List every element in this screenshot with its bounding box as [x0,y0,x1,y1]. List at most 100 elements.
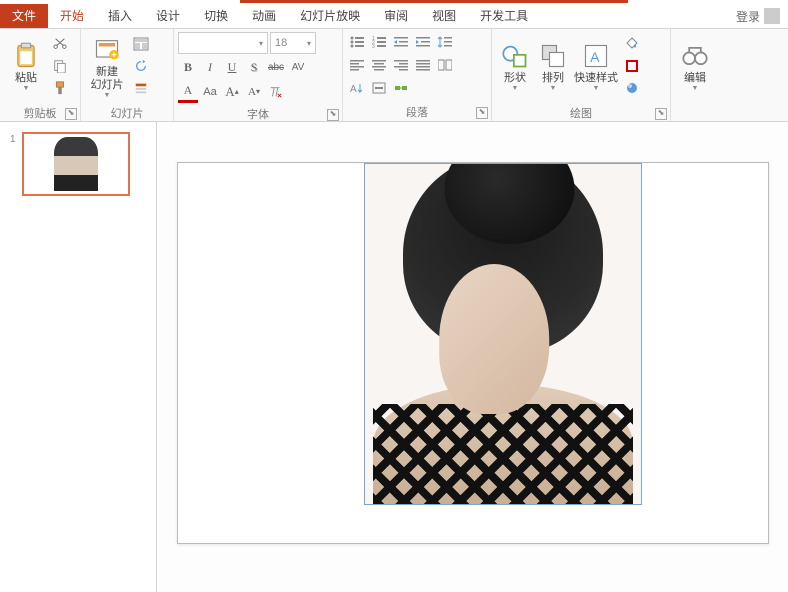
tab-developer[interactable]: 开发工具 [468,4,540,28]
font-launcher[interactable]: ⬊ [327,109,339,121]
section-icon [134,81,148,95]
italic-button[interactable]: I [200,57,220,77]
numbering-icon: 123 [372,36,386,48]
align-text-icon [372,82,386,94]
tab-insert[interactable]: 插入 [96,4,144,28]
smartart-button[interactable] [391,78,411,98]
char-spacing-button[interactable]: AV [288,57,308,77]
new-slide-button[interactable]: 新建 幻灯片 ▼ [85,32,129,102]
format-painter-button[interactable] [50,78,70,98]
bold-button[interactable]: B [178,57,198,77]
binoculars-icon [681,42,709,70]
dropdown-icon: ▼ [593,85,600,92]
tab-home[interactable]: 开始 [48,4,96,28]
tab-view[interactable]: 视图 [420,4,468,28]
login-label: 登录 [736,8,760,25]
copy-button[interactable] [50,56,70,76]
shadow-button[interactable]: S [244,57,264,77]
quickstyle-button[interactable]: A 快速样式 ▼ [572,32,620,102]
change-case-button[interactable]: Aa [200,82,220,102]
tab-transition[interactable]: 切换 [192,4,240,28]
svg-text:A: A [590,49,600,65]
layout-icon [133,37,149,51]
slide-thumbnails: 1 [0,122,157,592]
columns-button[interactable] [435,55,455,75]
drawing-launcher[interactable]: ⬊ [655,108,667,120]
ribbon: 粘贴 ▼ 剪贴板⬊ 新建 幻灯片 ▼ 幻灯片 [0,29,788,122]
shape-fill-button[interactable] [622,34,642,54]
dropdown-icon: ▼ [550,85,557,92]
align-center-icon [372,59,386,71]
group-editing: 编辑 ▼ [671,29,719,121]
numbering-button[interactable]: 123 [369,32,389,52]
quickstyle-icon: A [582,42,610,70]
grow-font-button[interactable]: A▴ [222,82,242,102]
line-spacing-button[interactable] [435,32,455,52]
dropdown-icon: ▾ [259,39,263,48]
group-clipboard: 粘贴 ▼ 剪贴板⬊ [0,29,81,121]
new-slide-icon [93,36,121,64]
font-size-select[interactable]: 18▾ [270,32,316,54]
arrange-button[interactable]: 排列 ▼ [534,32,572,102]
tab-review[interactable]: 审阅 [372,4,420,28]
strike-button[interactable]: abc [266,57,286,77]
dropdown-icon: ▾ [307,39,311,48]
group-slides: 新建 幻灯片 ▼ 幻灯片 [81,29,174,121]
avatar-icon [764,8,780,24]
slide-stage [157,122,788,592]
shrink-font-button[interactable]: A▾ [244,82,264,102]
text-direction-button[interactable]: A [347,78,367,98]
paste-button[interactable]: 粘贴 ▼ [4,32,48,102]
align-text-button[interactable] [369,78,389,98]
shapes-button[interactable]: 形状 ▼ [496,32,534,102]
portrait-image [365,164,641,504]
selected-image[interactable] [364,163,642,505]
font-name-select[interactable]: ▾ [178,32,268,54]
align-center-button[interactable] [369,55,389,75]
eraser-icon [269,85,283,99]
outdent-icon [394,36,408,48]
login-button[interactable]: 登录 [736,8,780,25]
justify-icon [416,59,430,71]
find-button[interactable]: 编辑 ▼ [675,32,715,102]
align-right-icon [394,59,408,71]
paragraph-launcher[interactable]: ⬊ [476,107,488,119]
group-drawing: 形状 ▼ 排列 ▼ A 快速样式 ▼ 绘图⬊ [492,29,671,121]
text-direction-icon: A [350,82,364,94]
indent-icon [416,36,430,48]
underline-button[interactable]: U [222,57,242,77]
cut-button[interactable] [50,34,70,54]
align-left-button[interactable] [347,55,367,75]
justify-button[interactable] [413,55,433,75]
svg-text:3: 3 [372,44,375,48]
tab-file[interactable]: 文件 [0,4,48,28]
tab-animation[interactable]: 动画 [240,4,288,28]
shapes-icon [501,42,529,70]
clear-format-button[interactable] [266,82,286,102]
reset-button[interactable] [131,56,151,76]
arrange-icon [539,42,567,70]
align-right-button[interactable] [391,55,411,75]
thumbnail-1[interactable]: 1 [22,132,130,196]
tab-slideshow[interactable]: 幻灯片放映 [288,4,372,28]
font-color-button[interactable]: A [178,80,198,103]
copy-icon [53,59,67,73]
dropdown-icon: ▼ [692,85,699,92]
section-button[interactable] [131,78,151,98]
decrease-indent-button[interactable] [391,32,411,52]
outline-icon [625,59,639,73]
brush-icon [53,81,67,95]
slide-canvas[interactable] [177,162,769,544]
clipboard-launcher[interactable]: ⬊ [65,108,77,120]
tab-design[interactable]: 设计 [144,4,192,28]
bullets-button[interactable] [347,32,367,52]
group-font: ▾ 18▾ B I U S abc AV A Aa A▴ A▾ 字体⬊ [174,29,343,121]
svg-text:A: A [350,84,357,94]
clipboard-icon [12,42,40,70]
content-area: 1 [0,122,788,592]
shape-outline-button[interactable] [622,56,642,76]
thumbnail-image [54,137,98,191]
shape-effects-button[interactable] [622,78,642,98]
increase-indent-button[interactable] [413,32,433,52]
layout-button[interactable] [131,34,151,54]
